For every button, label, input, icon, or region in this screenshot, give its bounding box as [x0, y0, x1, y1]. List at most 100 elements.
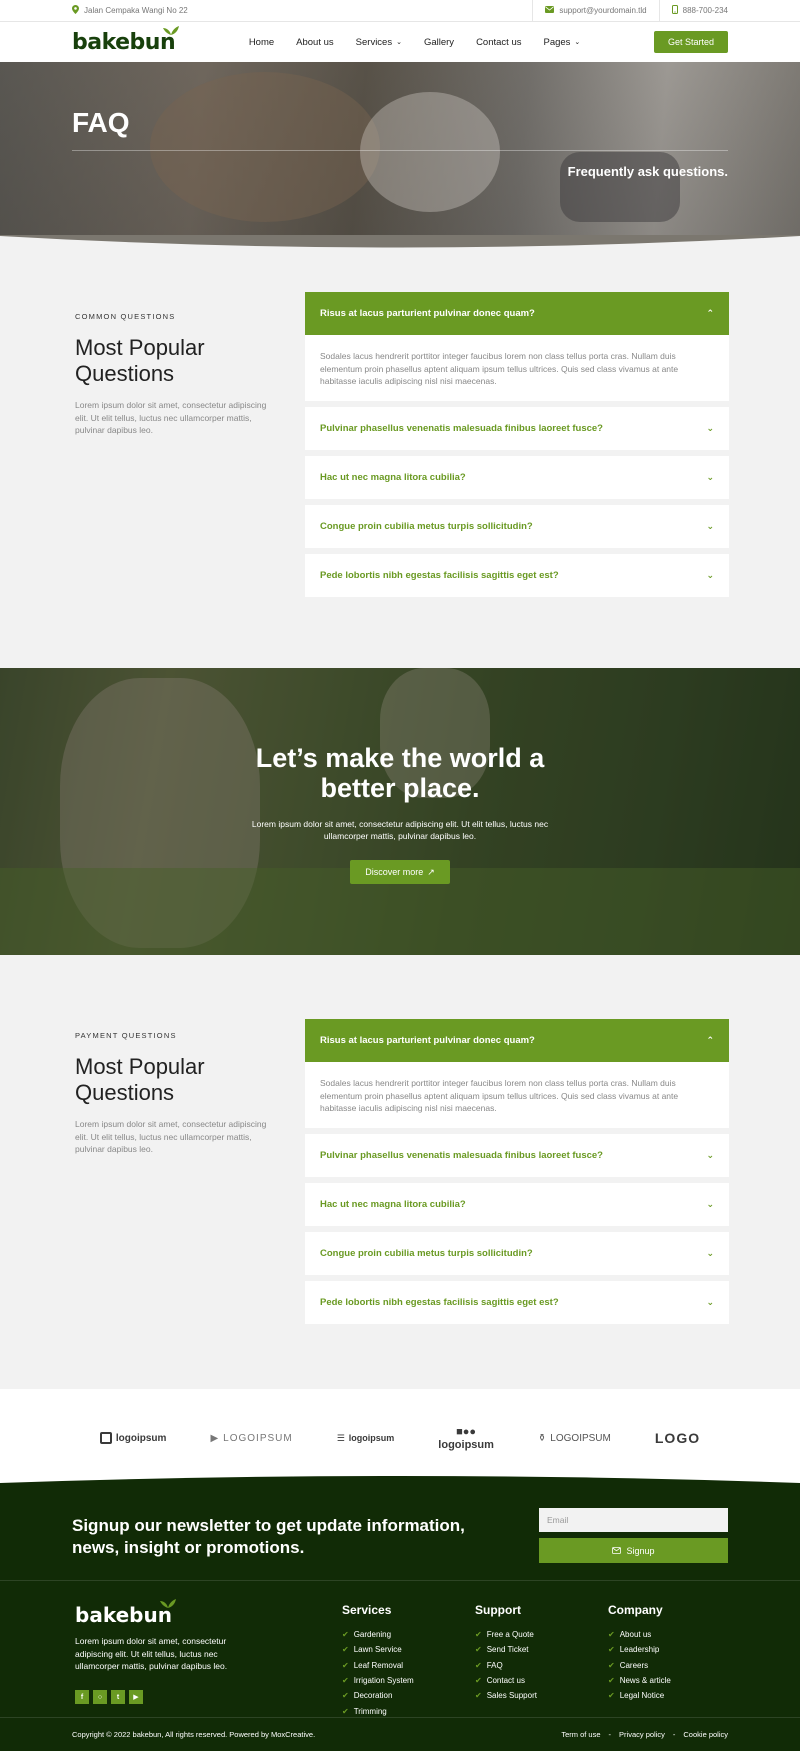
- facebook-icon[interactable]: f: [75, 1690, 89, 1704]
- email-input[interactable]: Email: [539, 1508, 728, 1532]
- footer-col-company: Company ✔ About us ✔ Leadership ✔ Careers ✔…: [608, 1603, 671, 1703]
- button-label: Signup: [626, 1545, 655, 1556]
- nav-gallery[interactable]: Gallery: [424, 37, 454, 48]
- legal-link[interactable]: Cookie policy: [683, 1730, 728, 1739]
- footer-link[interactable]: ✔ Gardening: [342, 1627, 414, 1642]
- footer-link[interactable]: ✔ Careers: [608, 1658, 671, 1673]
- discover-more-button[interactable]: Discover more ↗: [350, 860, 450, 884]
- footer-link[interactable]: ✔ Contact us: [475, 1673, 537, 1688]
- page-hero: FAQ Frequently ask questions.: [0, 62, 800, 235]
- footer-link[interactable]: ✔ Leadership: [608, 1642, 671, 1657]
- signup-button[interactable]: Signup: [539, 1538, 728, 1563]
- accordion-question: Congue proin cubilia metus turpis sollic…: [320, 521, 533, 532]
- accordion-item-open[interactable]: Risus at lacus parturient pulvinar donec…: [305, 292, 729, 335]
- link-label: Leadership: [619, 1645, 660, 1655]
- link-label: Send Ticket: [486, 1645, 529, 1655]
- email-link[interactable]: support@yourdomain.tld: [532, 0, 658, 21]
- legal-link[interactable]: Privacy policy: [619, 1730, 665, 1739]
- footer-link[interactable]: ✔ Sales Support: [475, 1688, 537, 1703]
- partner-logo: ☰ logoipsum: [337, 1433, 395, 1444]
- site-footer: Signup our newsletter to get update info…: [0, 1476, 800, 1751]
- accordion-item[interactable]: Congue proin cubilia metus turpis sollic…: [305, 1232, 729, 1275]
- section-title: Most Popular Questions: [75, 335, 205, 386]
- nav-services[interactable]: Services ⌄: [356, 37, 402, 48]
- footer-link[interactable]: ✔ Decoration: [342, 1688, 414, 1703]
- leaf-bullet-icon: ✔: [475, 1645, 482, 1655]
- twitter-icon[interactable]: t: [111, 1690, 125, 1704]
- footer-col-title: Services: [342, 1603, 392, 1617]
- site-logo[interactable]: bakebun: [72, 25, 180, 55]
- leaf-bullet-icon: ✔: [342, 1691, 349, 1701]
- partner-logo: LOGO: [655, 1430, 700, 1446]
- footer-col-support: Support ✔ Free a Quote ✔ Send Ticket ✔ FAQ …: [475, 1603, 537, 1703]
- leaf-bullet-icon: ✔: [608, 1645, 615, 1655]
- footer-link[interactable]: ✔ Lawn Service: [342, 1642, 414, 1657]
- footer-link[interactable]: ✔ News & article: [608, 1673, 671, 1688]
- accordion-item[interactable]: Congue proin cubilia metus turpis sollic…: [305, 505, 729, 548]
- accordion-answer: Sodales lacus hendrerit porttitor intege…: [305, 1062, 729, 1128]
- footer-link[interactable]: ✔ Legal Notice: [608, 1688, 671, 1703]
- phone-link[interactable]: 888-700-234: [658, 0, 728, 21]
- link-label: News & article: [619, 1676, 671, 1686]
- cta-title: Let’s make the world a better place.: [0, 743, 800, 803]
- logo-label: logoipsum: [438, 1438, 494, 1451]
- leaf-bullet-icon: ✔: [342, 1706, 349, 1716]
- nav-pages[interactable]: Pages ⌄: [543, 37, 580, 48]
- address-text: Jalan Cempaka Wangi No 22: [84, 6, 188, 15]
- accordion-question: Hac ut nec magna litora cubilia?: [320, 472, 466, 483]
- get-started-button[interactable]: Get Started: [653, 31, 728, 53]
- section-title: Most Popular Questions: [75, 1054, 205, 1105]
- link-label: Decoration: [353, 1691, 393, 1701]
- nav-label: Home: [248, 36, 275, 48]
- footer-divider: [0, 1580, 800, 1581]
- accordion-item[interactable]: Hac ut nec magna litora cubilia? ⌄: [305, 1183, 729, 1226]
- chevron-down-icon: ⌄: [706, 1297, 714, 1307]
- main-header: bakebun Home About us Services ⌄ Gallery …: [0, 22, 800, 62]
- faq-payment-section: PAYMENT QUESTIONS Most Popular Questions…: [0, 955, 800, 1389]
- footer-link[interactable]: ✔ FAQ: [475, 1658, 537, 1673]
- faq-accordion: Risus at lacus parturient pulvinar donec…: [305, 292, 729, 597]
- logo-label: LOGOIPSUM: [223, 1432, 293, 1444]
- partner-logo: ▶ LOGOIPSUM: [210, 1433, 292, 1444]
- nav-label: Services: [355, 36, 393, 48]
- logo-mark-icon: [99, 1432, 112, 1444]
- logo-label: LOGO: [654, 1430, 701, 1446]
- footer-link[interactable]: ✔ Free a Quote: [475, 1627, 537, 1642]
- leaf-bullet-icon: ✔: [608, 1676, 615, 1686]
- accordion-item[interactable]: Hac ut nec magna litora cubilia? ⌄: [305, 456, 729, 499]
- instagram-icon[interactable]: ○: [93, 1690, 107, 1704]
- nav-about[interactable]: About us: [296, 37, 334, 48]
- phone-icon: [671, 5, 678, 16]
- link-label: Sales Support: [486, 1691, 537, 1701]
- footer-link[interactable]: ✔ Leaf Removal: [342, 1658, 414, 1673]
- accordion-item[interactable]: Pede lobortis nibh egestas facilisis sag…: [305, 554, 729, 597]
- footer-logo[interactable]: bakebun: [75, 1599, 176, 1627]
- footer-link[interactable]: ✔ Send Ticket: [475, 1642, 537, 1657]
- accordion-item[interactable]: Pulvinar phasellus venenatis malesuada f…: [305, 1134, 729, 1177]
- accordion-question: Risus at lacus parturient pulvinar donec…: [320, 308, 535, 319]
- footer-link[interactable]: ✔ Irrigation System: [342, 1673, 414, 1688]
- leaf-bullet-icon: ✔: [475, 1660, 482, 1670]
- link-label: About us: [619, 1630, 652, 1640]
- accordion-item[interactable]: Pede lobortis nibh egestas facilisis sag…: [305, 1281, 729, 1324]
- footer-link[interactable]: ✔ About us: [608, 1627, 671, 1642]
- chevron-down-icon: ⌄: [396, 39, 402, 46]
- nav-contact[interactable]: Contact us: [476, 37, 521, 48]
- chevron-up-icon: ⌃: [706, 1035, 714, 1045]
- accordion-item-open[interactable]: Risus at lacus parturient pulvinar donec…: [305, 1019, 729, 1062]
- youtube-icon[interactable]: ▶: [129, 1690, 143, 1704]
- accordion-question: Pede lobortis nibh egestas facilisis sag…: [320, 570, 559, 581]
- faq-intro: PAYMENT QUESTIONS Most Popular Questions…: [75, 1031, 280, 1156]
- email-text: support@yourdomain.tld: [559, 6, 647, 15]
- link-label: Lawn Service: [353, 1645, 402, 1655]
- map-pin-icon: [72, 5, 79, 16]
- accordion-item[interactable]: Pulvinar phasellus venenatis malesuada f…: [305, 407, 729, 450]
- link-label: Careers: [619, 1660, 649, 1670]
- hero-photo-shape: [560, 152, 680, 222]
- envelope-icon: [545, 6, 555, 15]
- legal-link[interactable]: Term of use: [561, 1730, 600, 1739]
- main-nav: Home About us Services ⌄ Gallery Contact …: [249, 37, 580, 48]
- hero-photo-shape: [150, 72, 380, 222]
- nav-home[interactable]: Home: [249, 37, 274, 48]
- accordion-answer: Sodales lacus hendrerit porttitor intege…: [305, 335, 729, 401]
